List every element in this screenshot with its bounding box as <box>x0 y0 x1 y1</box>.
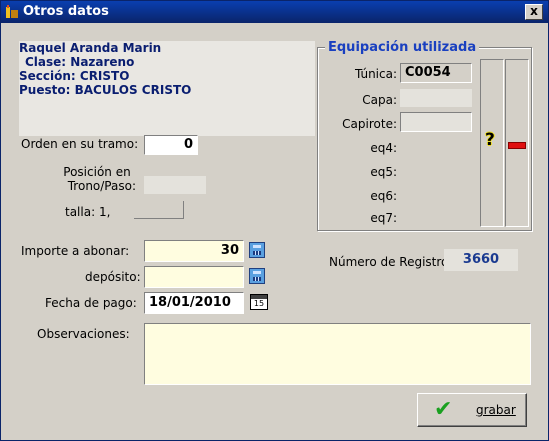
posicion-field[interactable] <box>144 176 206 194</box>
dialog-body: Raquel Aranda Marin Clase: Nazareno Secc… <box>1 23 548 440</box>
calendar-icon[interactable]: 15 <box>250 294 268 310</box>
equip-field-eq7[interactable] <box>400 207 472 225</box>
importe-label: Importe a abonar: <box>21 244 130 258</box>
equip-field-eq4[interactable] <box>400 137 472 155</box>
equip-field-eq6[interactable] <box>400 185 472 203</box>
fecha-label: Fecha de pago: <box>45 296 137 310</box>
talla-label: talla: 1, <box>65 205 111 219</box>
talla-field[interactable] <box>134 201 184 219</box>
checkmark-icon: ✔ <box>434 397 453 422</box>
equip-field-eq5[interactable] <box>400 161 472 179</box>
equip-label-eq7: eq7: <box>370 211 397 225</box>
deposito-label: depósito: <box>85 270 141 284</box>
equipacion-title: Equipación utilizada <box>325 40 480 55</box>
equip-label-eq4: eq4: <box>370 141 397 155</box>
registro-value: 3660 <box>444 249 518 271</box>
equip-label-eq5: eq5: <box>370 165 397 179</box>
equip-label-capirote: Capirote: <box>342 117 397 131</box>
observaciones-label: Observaciones: <box>37 327 130 341</box>
fecha-field[interactable]: 18/01/2010 <box>144 292 244 314</box>
title-bar[interactable]: Otros datos x <box>1 1 548 23</box>
orden-label: Orden en su tramo: <box>21 137 139 151</box>
app-icon <box>6 5 18 18</box>
equip-field-capa[interactable] <box>400 89 472 107</box>
registro-label: Número de Registro: <box>329 255 453 269</box>
deposito-field[interactable] <box>144 266 244 288</box>
equip-field-tunica[interactable]: C0054 <box>400 63 472 83</box>
observaciones-field[interactable] <box>144 323 531 385</box>
equip-field-capirote[interactable] <box>400 112 472 132</box>
person-clase: Clase: Nazareno <box>25 55 135 69</box>
help-icon[interactable]: ? <box>485 131 495 149</box>
person-puesto: Puesto: BACULOS CRISTO <box>19 83 192 97</box>
grabar-label: grabar <box>476 403 516 417</box>
importe-field[interactable]: 30 <box>144 240 244 262</box>
person-seccion: Sección: CRISTO <box>19 69 130 83</box>
remove-icon[interactable] <box>508 142 526 149</box>
equip-label-tunica: Túnica: <box>354 67 397 81</box>
calendar-day: 15 <box>253 299 265 308</box>
grabar-button[interactable]: ✔ grabar <box>417 393 527 427</box>
posicion-label-line2: Trono/Paso: <box>67 179 136 193</box>
posicion-label-line1: Posición en <box>63 165 131 179</box>
person-name: Raquel Aranda Marin <box>19 41 162 55</box>
otros-datos-window: Otros datos x Raquel Aranda Marin Clase:… <box>0 0 549 441</box>
equip-label-eq6: eq6: <box>370 189 397 203</box>
person-info-panel: Raquel Aranda Marin Clase: Nazareno Secc… <box>19 41 315 136</box>
calculator-icon[interactable] <box>249 268 265 284</box>
equip-label-capa: Capa: <box>362 93 397 107</box>
orden-field[interactable]: 0 <box>144 135 198 155</box>
calculator-icon[interactable] <box>249 242 265 258</box>
window-title: Otros datos <box>23 4 109 19</box>
close-button[interactable]: x <box>525 4 543 20</box>
